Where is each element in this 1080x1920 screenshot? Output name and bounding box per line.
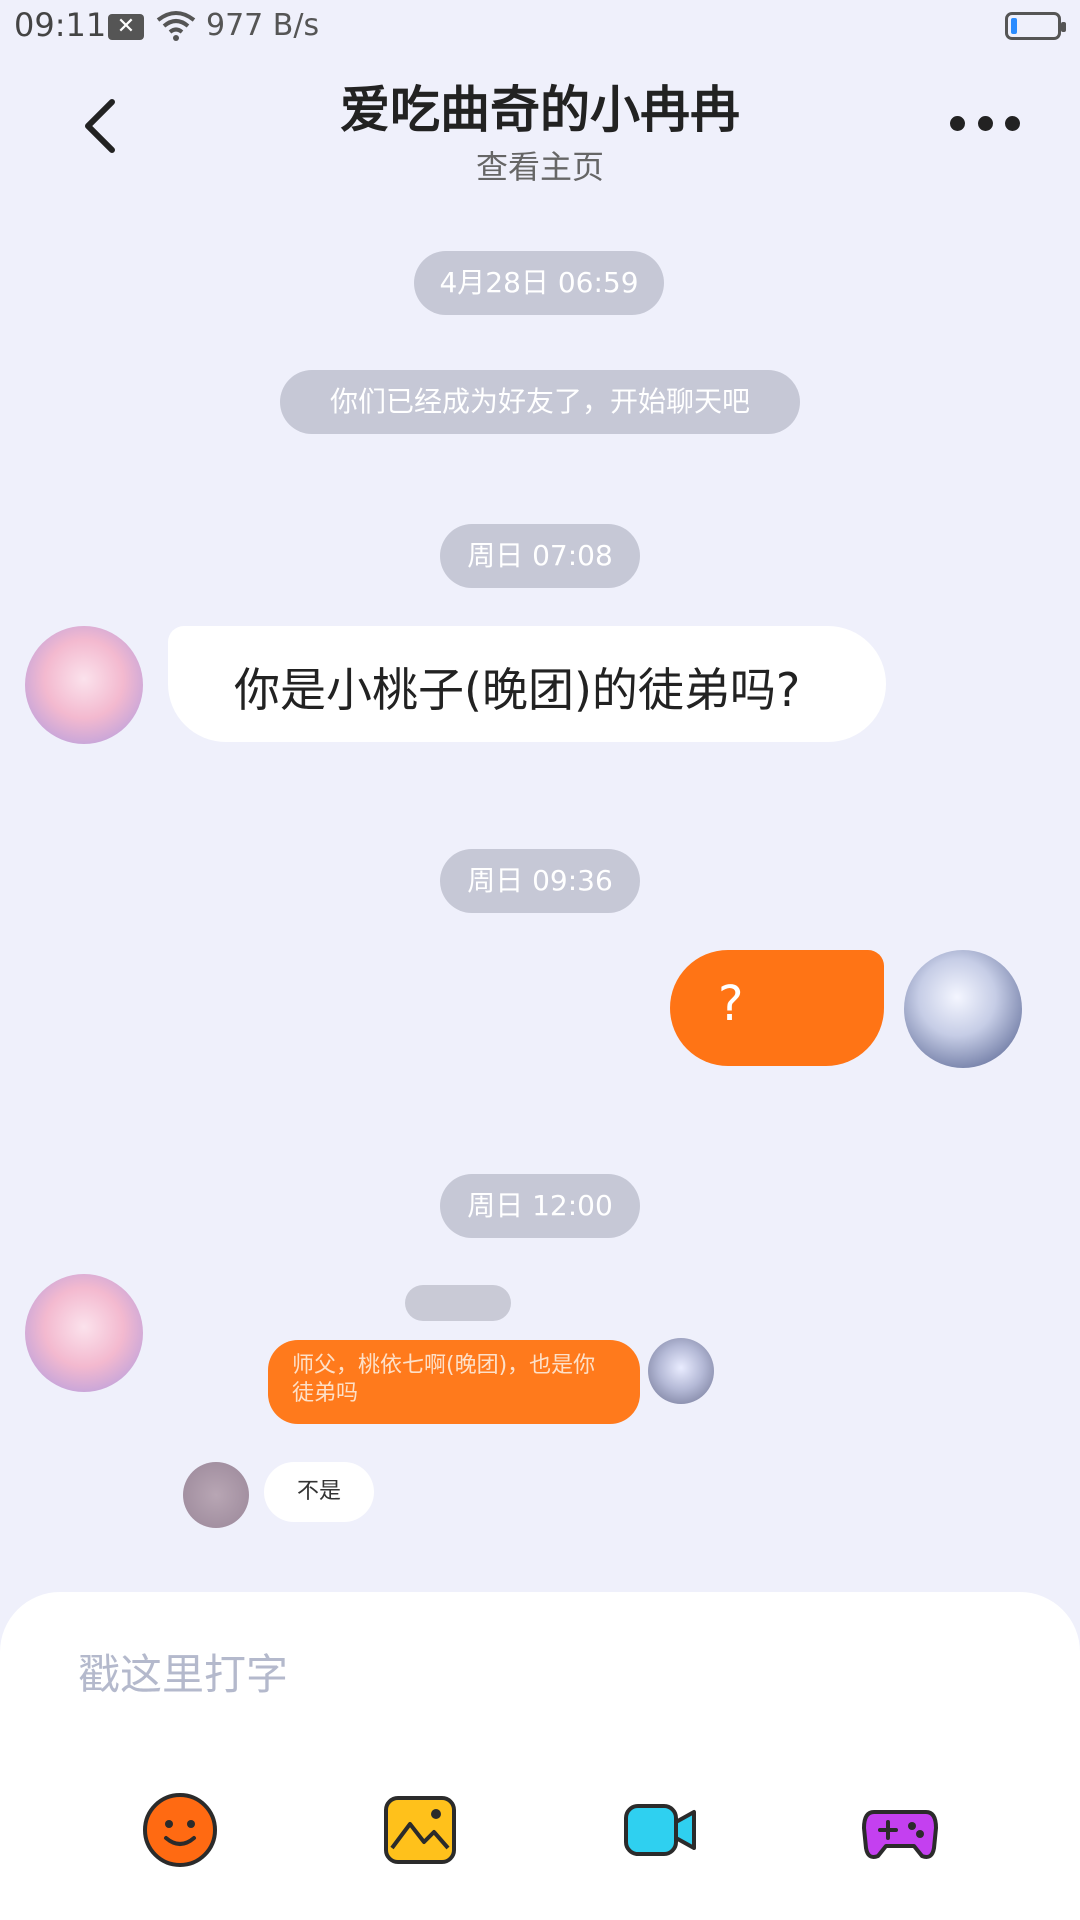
timestamp: 4月28日 06:59	[414, 251, 664, 315]
image-avatar	[183, 1462, 249, 1528]
self-avatar[interactable]	[904, 950, 1022, 1068]
timestamp: 周日 09:36	[440, 849, 640, 913]
image-timestamp-pill	[405, 1285, 511, 1321]
contact-avatar[interactable]	[25, 1274, 143, 1392]
wifi-icon	[156, 11, 196, 41]
more-options-icon[interactable]	[950, 110, 1020, 136]
emoji-icon[interactable]	[140, 1790, 220, 1870]
status-time: 09:11	[14, 6, 107, 44]
image-reply-bubble: 不是	[264, 1462, 374, 1522]
notification-x-icon: ✕	[108, 14, 144, 40]
video-icon[interactable]	[620, 1790, 700, 1870]
message-input[interactable]: 戳这里打字	[78, 1640, 978, 1710]
view-profile-link[interactable]: 查看主页	[0, 142, 1080, 188]
image-icon[interactable]	[380, 1790, 460, 1870]
network-speed: 977 B/s	[206, 8, 320, 43]
message-text: ?	[718, 976, 744, 1032]
system-message: 你们已经成为好友了，开始聊天吧	[280, 370, 800, 434]
image-avatar	[648, 1338, 714, 1404]
image-message-bubble[interactable]: 师父，桃依七啊(晚团)，也是你徒弟吗	[268, 1340, 640, 1424]
message-text: 你是小桃子(晚团)的徒弟吗?	[234, 663, 801, 717]
timestamp: 周日 12:00	[440, 1174, 640, 1238]
message-bubble-sent[interactable]: ?	[670, 950, 884, 1066]
contact-avatar[interactable]	[25, 626, 143, 744]
battery-icon	[1005, 12, 1066, 40]
chat-title: 爱吃曲奇的小冉冉	[340, 81, 740, 139]
timestamp: 周日 07:08	[440, 524, 640, 588]
game-icon[interactable]	[860, 1790, 940, 1870]
message-bubble-received[interactable]: 你是小桃子(晚团)的徒弟吗?	[168, 626, 886, 742]
